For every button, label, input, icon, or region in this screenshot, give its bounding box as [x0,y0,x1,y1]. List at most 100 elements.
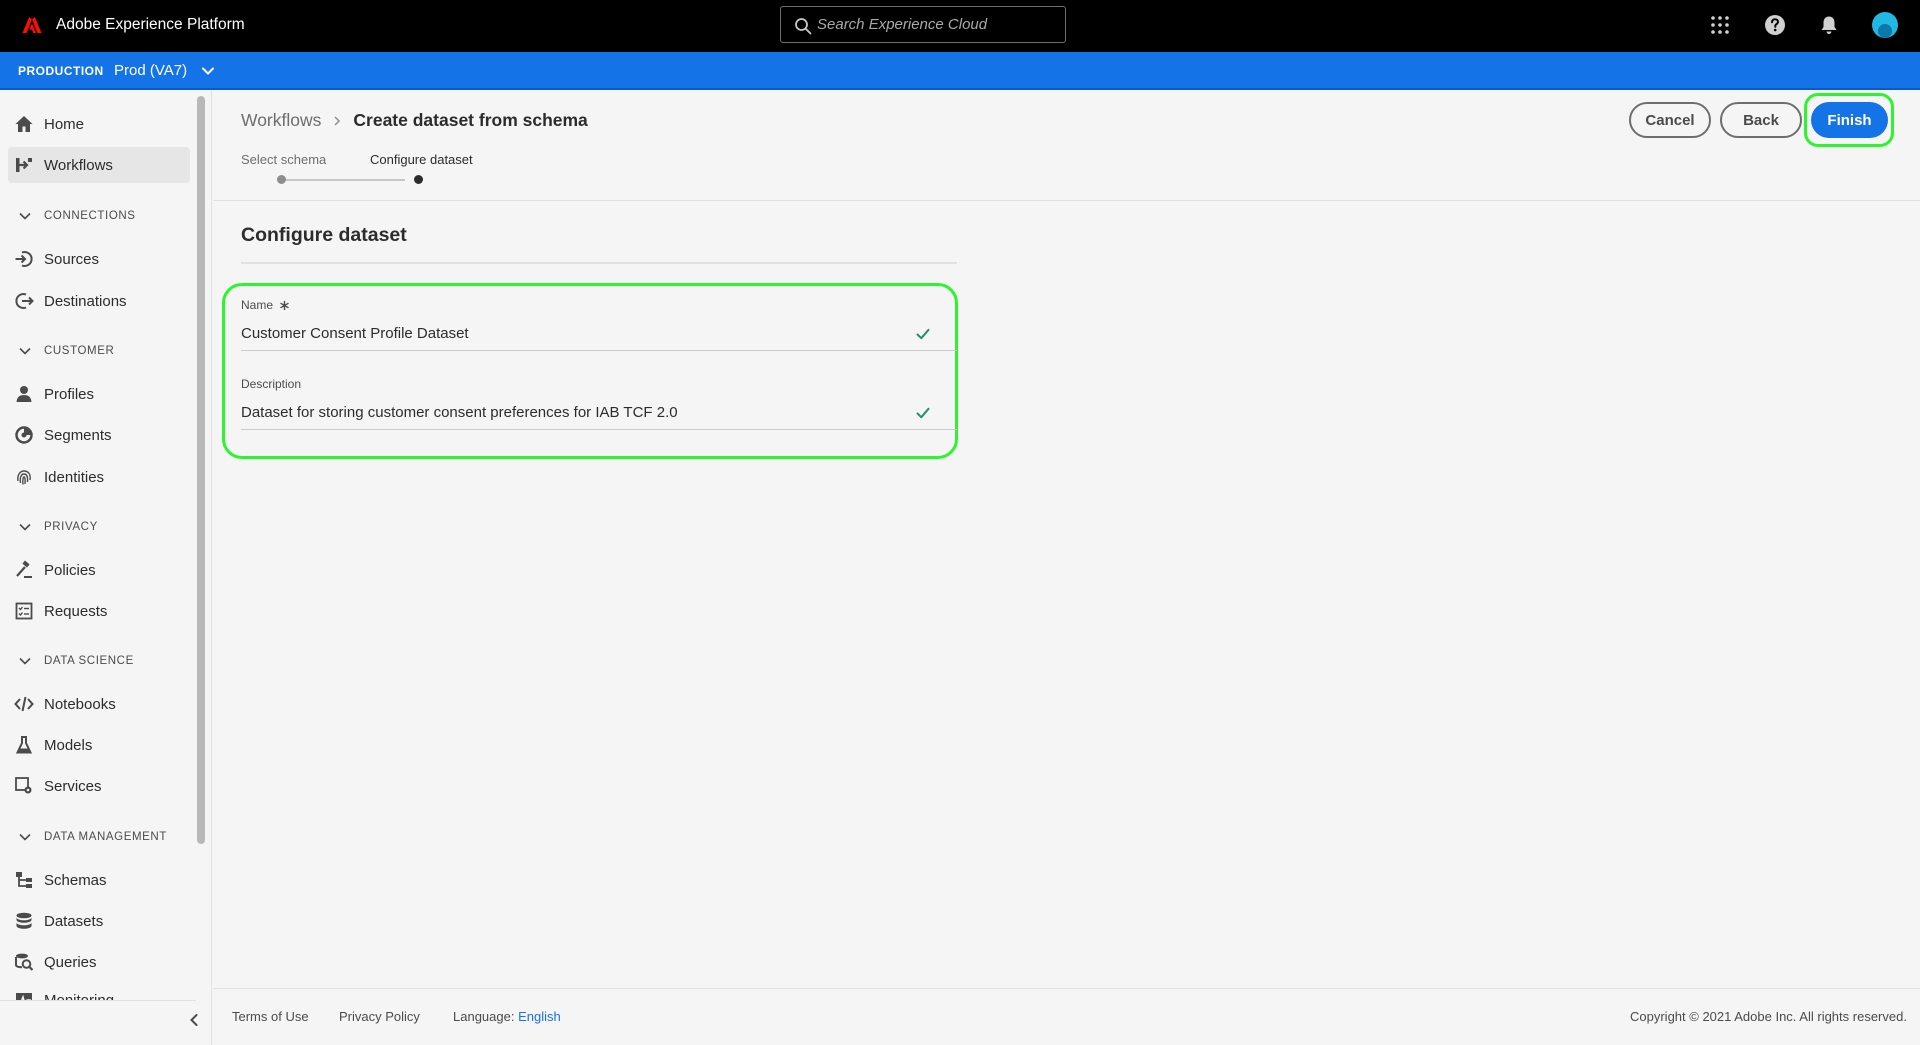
sources-icon [15,251,33,267]
flask-icon [15,736,33,754]
valid-checkmark-icon [916,328,930,340]
back-button[interactable]: Back [1720,102,1802,138]
required-asterisk-icon [280,301,290,311]
privacy-policy-link[interactable]: Privacy Policy [339,1009,420,1024]
sidebar-item-requests[interactable]: Requests [8,593,190,629]
language-label: Language: [453,1009,515,1024]
section-title: Configure dataset [241,224,407,246]
home-icon [15,116,33,132]
services-icon [15,777,32,794]
datasets-icon [16,912,32,929]
language-link[interactable]: English [518,1009,561,1024]
valid-checkmark-icon [916,407,930,419]
sidebar-item-label: Requests [44,602,108,620]
apps-grid-icon[interactable] [1709,14,1731,36]
sidebar-section-label: PRIVACY [44,521,98,533]
header-divider [213,200,1920,201]
sidebar: Home Workflows CONNECTIONS Sources Desti… [0,90,212,1045]
chevron-right-icon [334,115,341,126]
sidebar-item-datasets[interactable]: Datasets [8,903,190,939]
destinations-icon [15,293,34,309]
sidebar-section-privacy[interactable]: PRIVACY [18,517,98,537]
name-input[interactable] [241,317,957,351]
sidebar-section-label: CUSTOMER [44,345,115,357]
sidebar-item-models[interactable]: Models [8,727,190,763]
top-bar: Adobe Experience Platform [0,0,1920,52]
search-box[interactable] [780,6,1066,43]
sidebar-item-label: Home [44,115,85,133]
adobe-logo-icon[interactable] [22,15,42,35]
search-icon [795,18,812,35]
chevron-down-icon [19,657,31,665]
sidebar-scrollbar[interactable] [197,96,205,844]
profiles-icon [16,386,32,402]
sidebar-section-customer[interactable]: CUSTOMER [18,341,114,361]
sandbox-switcher[interactable]: Prod (VA7) [114,62,187,79]
description-input[interactable] [241,396,957,430]
chevron-down-icon [19,523,31,531]
sidebar-item-home[interactable]: Home [8,106,190,142]
sidebar-section-connections[interactable]: CONNECTIONS [18,206,136,226]
environment-bar: PRODUCTION Prod (VA7) [0,52,1920,90]
sidebar-clip: Monitoring [0,986,196,1000]
sidebar-item-services[interactable]: Services [8,768,190,804]
notifications-bell-icon[interactable] [1818,14,1840,36]
name-field-label: Name [241,298,290,312]
collapse-sidebar-chevron-left-icon[interactable] [184,1010,204,1030]
description-field-label: Description [241,377,302,391]
sidebar-item-label: Queries [44,953,97,971]
sidebar-section-label: DATA SCIENCE [44,655,134,667]
sidebar-item-segments[interactable]: Segments [8,417,190,453]
policies-icon [16,560,32,578]
finish-button[interactable]: Finish [1811,102,1888,138]
step-select-schema-dot [277,175,286,184]
sidebar-section-data-management[interactable]: DATA MANAGEMENT [18,827,167,847]
sidebar-item-notebooks[interactable]: Notebooks [8,686,190,722]
sidebar-item-workflows[interactable]: Workflows [8,147,190,183]
user-avatar[interactable] [1872,12,1898,38]
sidebar-item-label: Monitoring [44,991,115,1001]
sidebar-item-label: Schemas [44,871,107,889]
copyright-text: Copyright © 2021 Adobe Inc. All rights r… [1630,1009,1907,1024]
step-configure-dataset-dot [414,175,423,184]
breadcrumb-workflows-link[interactable]: Workflows [241,110,321,131]
sidebar-item-monitoring[interactable]: Monitoring [8,986,190,1000]
chevron-down-icon [19,833,31,841]
sidebar-item-label: Destinations [44,292,127,310]
sidebar-divider [0,1000,196,1001]
sidebar-item-identities[interactable]: Identities [8,459,190,495]
sidebar-item-schemas[interactable]: Schemas [8,862,190,898]
sidebar-item-destinations[interactable]: Destinations [8,283,190,319]
workflow-steps: Select schema Configure dataset [241,152,481,192]
schemas-icon [16,872,32,888]
sidebar-section-data-science[interactable]: DATA SCIENCE [18,651,134,671]
sidebar-section-label: DATA MANAGEMENT [44,831,167,843]
language-selector: Language: English [453,1009,561,1024]
sidebar-item-label: Notebooks [44,695,116,713]
terms-of-use-link[interactable]: Terms of Use [232,1009,309,1024]
chevron-down-icon [19,212,31,220]
sidebar-item-label: Policies [44,561,96,579]
chevron-down-icon[interactable] [200,63,216,79]
sidebar-item-label: Profiles [44,385,95,403]
workflows-icon [16,158,32,172]
sidebar-item-label: Services [44,777,102,795]
sidebar-item-profiles[interactable]: Profiles [8,376,190,412]
requests-icon [15,602,33,620]
breadcrumb: Workflows Create dataset from schema [241,110,588,131]
monitoring-icon [16,993,32,1000]
search-input[interactable] [817,16,1057,33]
section-divider [241,262,957,264]
app-title[interactable]: Adobe Experience Platform [56,16,245,34]
sidebar-item-sources[interactable]: Sources [8,241,190,277]
step-configure-dataset-label: Configure dataset [370,152,473,167]
sidebar-section-label: CONNECTIONS [44,210,136,222]
cancel-button[interactable]: Cancel [1629,102,1711,138]
help-icon[interactable] [1764,14,1786,36]
sidebar-item-label: Identities [44,468,105,486]
sidebar-item-label: Datasets [44,912,104,930]
sidebar-item-policies[interactable]: Policies [8,552,190,588]
step-select-schema-label: Select schema [241,152,327,167]
step-progress-line [281,179,405,181]
sidebar-item-queries[interactable]: Queries [8,944,190,980]
